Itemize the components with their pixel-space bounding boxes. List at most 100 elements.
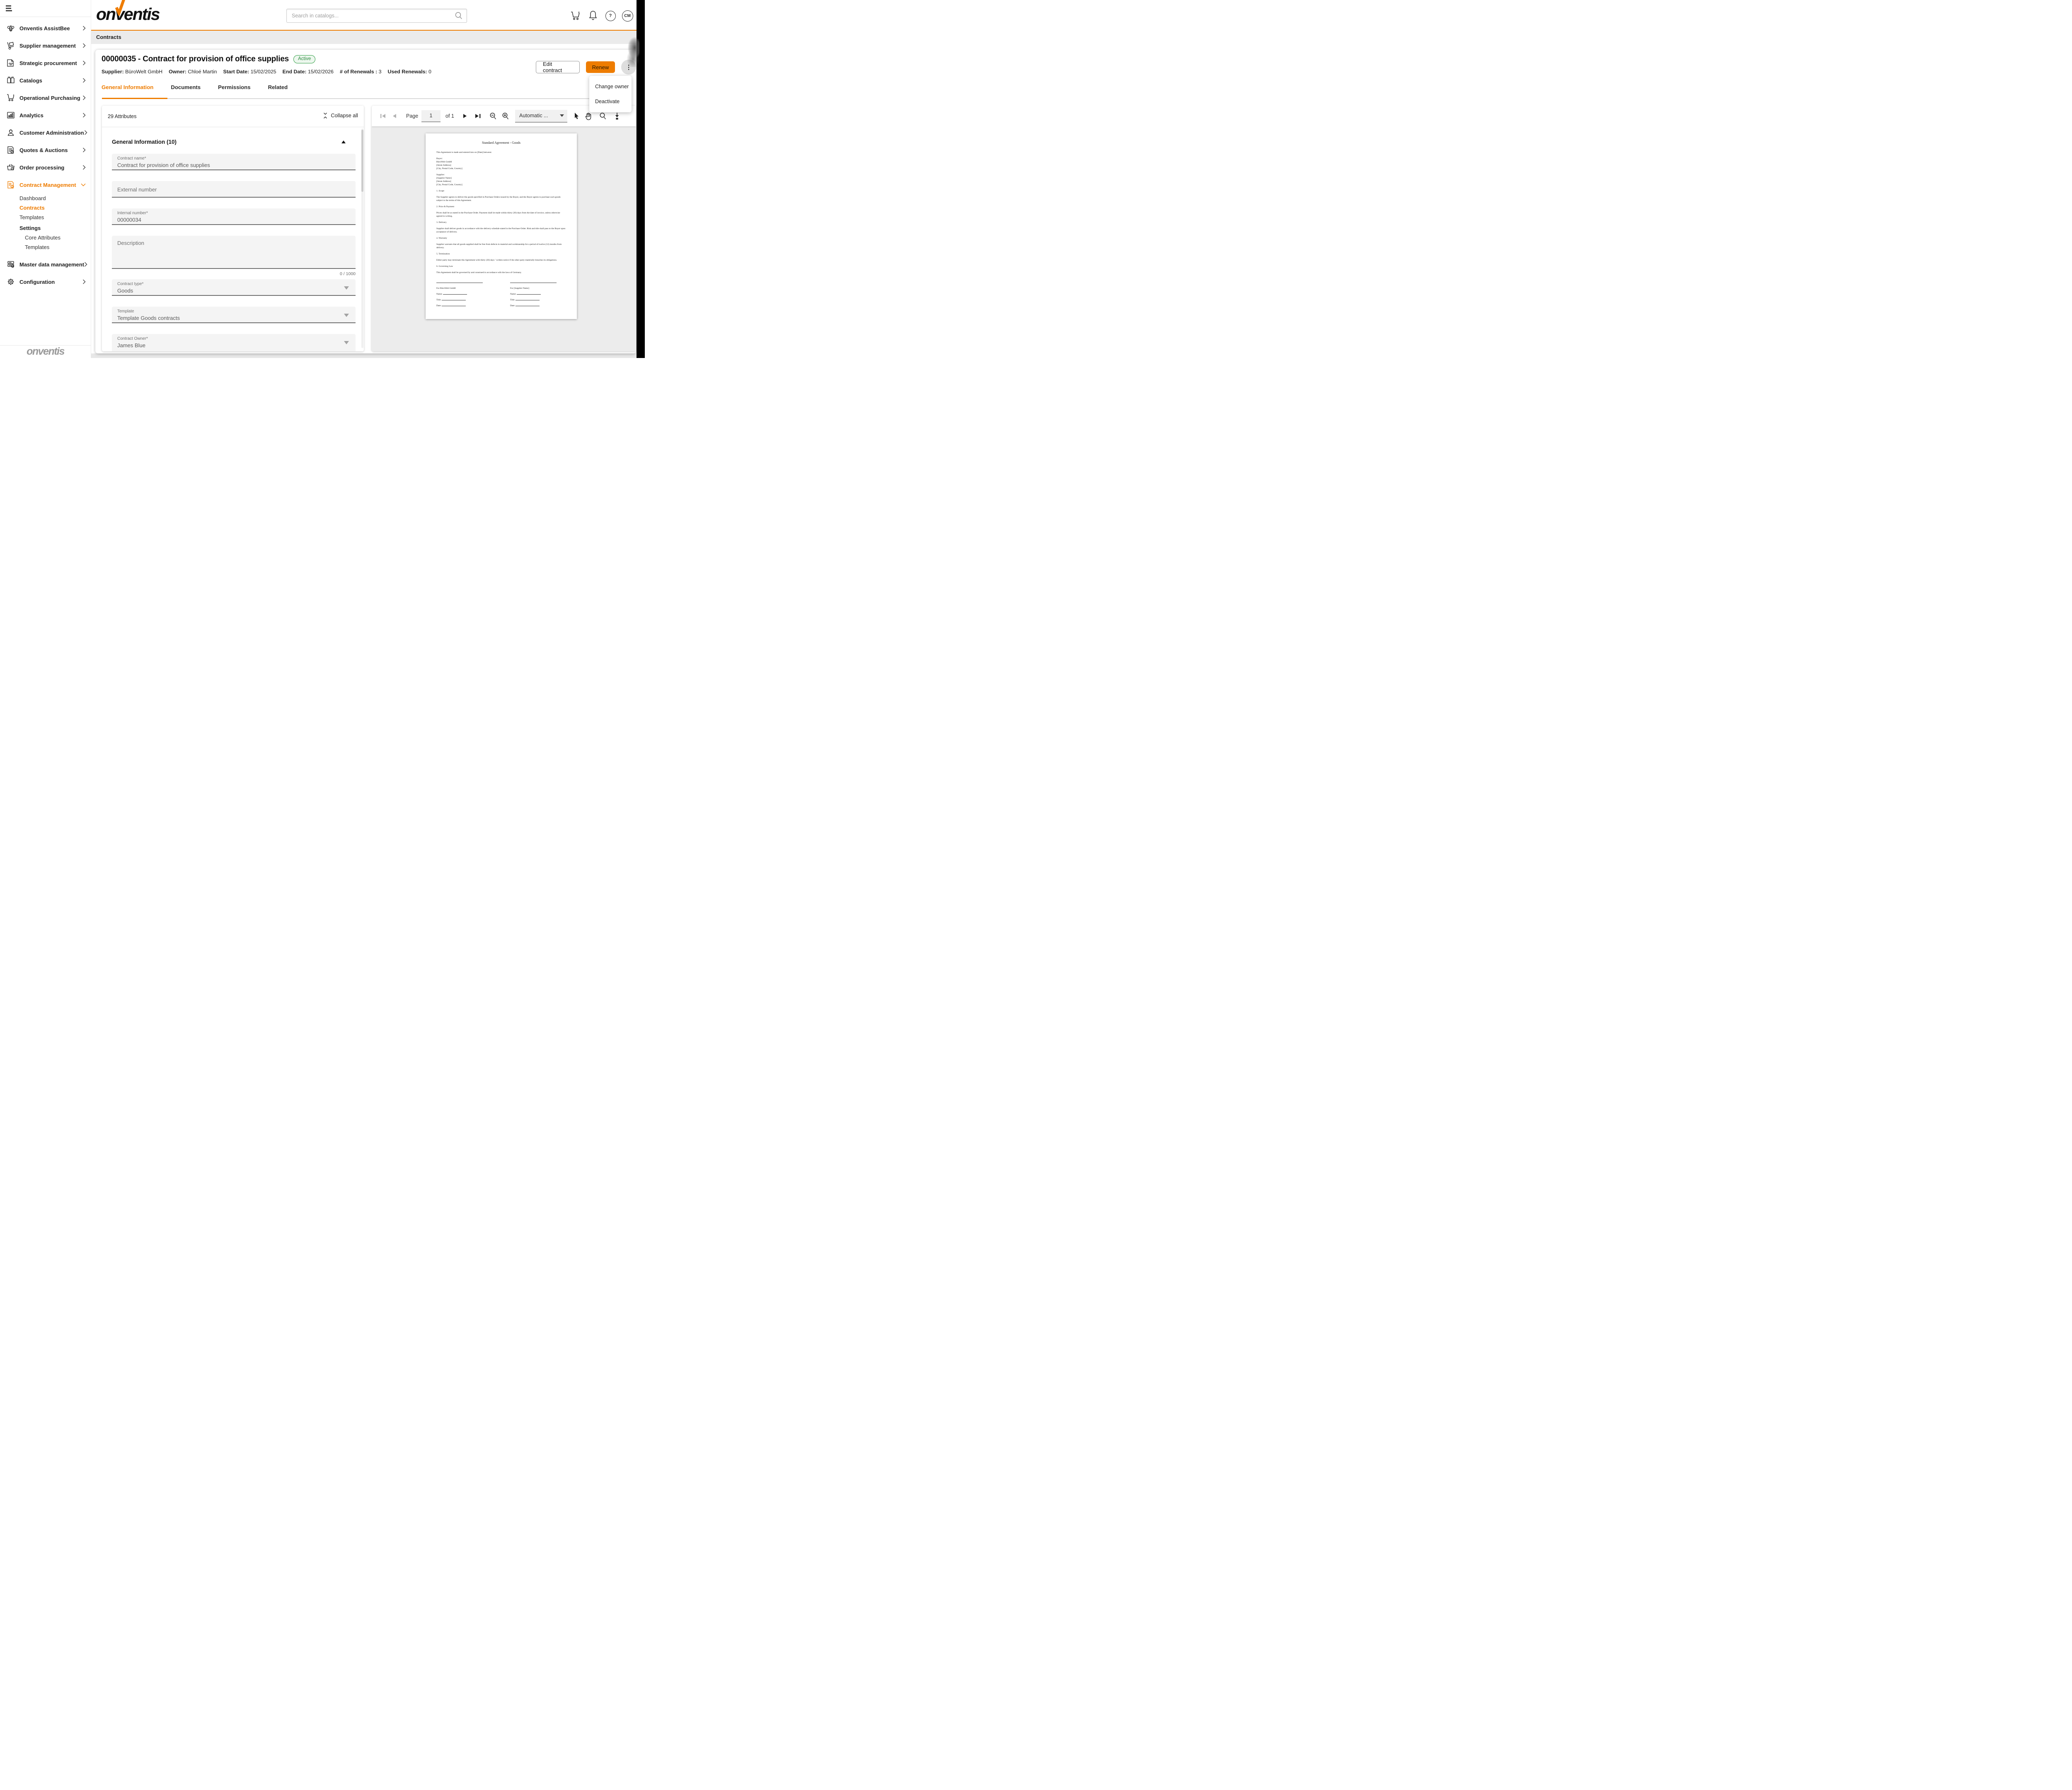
page-bottom-strip [91,353,637,358]
sidebar-subitem-settings-templates[interactable]: Templates [19,242,91,252]
page-number-input[interactable] [421,110,441,122]
description-char-counter: 0 / 1000 [112,271,356,276]
sidebar-item-quotes-auctions[interactable]: Quotes & Auctions [0,141,91,159]
contract-title-row: 00000035 - Contract for provision of off… [102,55,315,64]
sidebar-item-label: Onventis AssistBee [19,25,70,31]
pdf-section-heading: 5. Termination [436,252,566,256]
sidebar-item-label: Analytics [19,112,44,119]
chevron-right-icon [82,279,86,284]
sidebar-item-assistbee[interactable]: Onventis AssistBee [0,19,91,37]
zoom-mode-select[interactable]: Automatic ... [515,110,567,123]
previous-page-button[interactable] [392,106,397,126]
contract-owner-select[interactable]: Contract Owner* James Blue [112,334,356,351]
tab-related[interactable]: Related [268,84,288,96]
attributes-scrollbar-thumb[interactable] [361,130,363,192]
pdf-doc-title: Standard Agreement - Goods [436,141,566,145]
sidebar-subitem-core-attributes[interactable]: Core Attributes [19,233,91,242]
sidebar-item-supplier-management[interactable]: Supplier management [0,37,91,54]
section-collapse-caret-icon[interactable] [341,140,346,143]
pdf-section-heading: 1. Scope [436,189,566,193]
cart-button[interactable] [570,10,581,22]
sidebar-subitem-settings[interactable]: Settings [19,223,91,233]
tab-underline [102,98,629,99]
search-icon[interactable] [454,11,463,20]
sidebar-subitem-dashboard[interactable]: Dashboard [19,194,91,203]
sidebar-item-label: Operational Purchasing [19,95,80,101]
collapse-all-button[interactable]: Collapse all [323,112,358,119]
pdf-section-body: Either party may terminate this Agreemen… [436,259,566,262]
search-input[interactable] [291,9,450,22]
zoom-in-icon[interactable] [502,106,509,126]
meta-owner: Owner: Chloé Martin [169,69,217,75]
sidebar-item-customer-administration[interactable]: Customer Administration [0,124,91,141]
screen-edge-noise-artifact [624,35,639,67]
open-book-icon [6,76,16,85]
sidebar: Onventis AssistBee Supplier management S… [0,0,91,358]
sidebar-subitem-contracts[interactable]: Contracts [19,203,91,213]
section-title: General Information (10) [112,139,177,145]
template-select[interactable]: Template Template Goods contracts [112,307,356,323]
external-number-field[interactable]: External number [112,181,356,198]
document-percent-icon [6,145,16,155]
pdf-section-body: Prices shall be as stated in the Purchas… [436,211,566,218]
app-window: Onventis AssistBee Supplier management S… [0,0,645,358]
sidebar-item-catalogs[interactable]: Catalogs [0,72,91,89]
select-tool-button[interactable] [574,106,579,126]
sidebar-item-operational-purchasing[interactable]: Operational Purchasing [0,89,91,106]
menu-item-deactivate[interactable]: Deactivate [589,94,632,109]
sidebar-item-label: Quotes & Auctions [19,147,68,153]
internal-number-field[interactable]: Internal number* 00000034 [112,208,356,225]
sidebar-item-label: Catalogs [19,77,42,84]
sidebar-item-order-processing[interactable]: Order processing [0,159,91,176]
breadcrumb[interactable]: Contracts [96,31,121,44]
breadcrumb-bar: Contracts [91,31,637,44]
dropdown-arrow-icon [344,286,349,290]
notifications-bell-button[interactable] [587,10,599,22]
avatar[interactable]: CM [622,10,633,22]
tab-general-information[interactable]: General Information [102,84,153,96]
contract-paragraph-icon: § [6,180,16,189]
sidebar-subitem-templates[interactable]: Templates [19,213,91,222]
pdf-section-body: This Agreement shall be governed by and … [436,271,566,274]
pdf-signature-buyer: For BüroWelt GmbH Name: Title: Date: [436,283,490,310]
logo-check-icon [114,0,126,16]
pdf-section-heading: 6. Governing Law [436,265,566,268]
zoom-mode-select-wrap: Automatic ... [515,106,567,126]
next-page-button[interactable] [463,106,467,126]
pdf-viewer-panel: Page of 1 Autom [372,106,636,351]
edit-contract-button[interactable]: Edit contract [536,61,580,73]
pdf-page[interactable]: Standard Agreement - Goods This Agreemen… [426,133,577,319]
help-button[interactable]: ? [605,10,616,22]
chevron-right-icon [82,165,86,170]
renew-button[interactable]: Renew [586,61,615,73]
bar-chart-icon [6,111,16,120]
hamburger-menu-icon[interactable] [6,5,13,12]
tab-documents[interactable]: Documents [171,84,201,96]
shopping-cart-icon [6,93,16,102]
sidebar-item-master-data-management[interactable]: Master data management [0,256,91,273]
basket-clock-icon [6,163,16,172]
tab-permissions[interactable]: Permissions [218,84,250,96]
chevron-right-icon [84,130,87,135]
sidebar-item-configuration[interactable]: Configuration [0,273,91,290]
meta-used-renewals: Used Renewals: 0 [388,69,431,75]
dropdown-arrow-icon [560,114,564,117]
sidebar-item-contract-management[interactable]: § Contract Management [0,176,91,194]
pdf-section-heading: 3. Delivery [436,221,566,224]
sidebar-item-label: Master data management [19,261,84,268]
meta-start-date: Start Date: 15/02/2025 [223,69,276,75]
description-field[interactable]: Description [112,236,356,269]
zoom-out-icon[interactable] [489,106,496,126]
pdf-section-heading: 4. Warranty [436,237,566,240]
contract-name-field[interactable]: Contract name* Contract for provision of… [112,154,356,170]
attributes-count: 29 Attributes [108,114,137,119]
sidebar-item-strategic-procurement[interactable]: Strategic procurement [0,54,91,72]
first-page-button[interactable] [380,106,386,126]
active-tab-underline [102,98,167,99]
last-page-button[interactable] [475,106,481,126]
pdf-intro: This Agreement is made and entered into … [436,151,566,154]
menu-item-change-owner[interactable]: Change owner [589,79,632,94]
sidebar-item-analytics[interactable]: Analytics [0,106,91,124]
contract-type-select[interactable]: Contract type* Goods [112,279,356,296]
attributes-panel: 29 Attributes Collapse all General Infor… [102,106,364,351]
